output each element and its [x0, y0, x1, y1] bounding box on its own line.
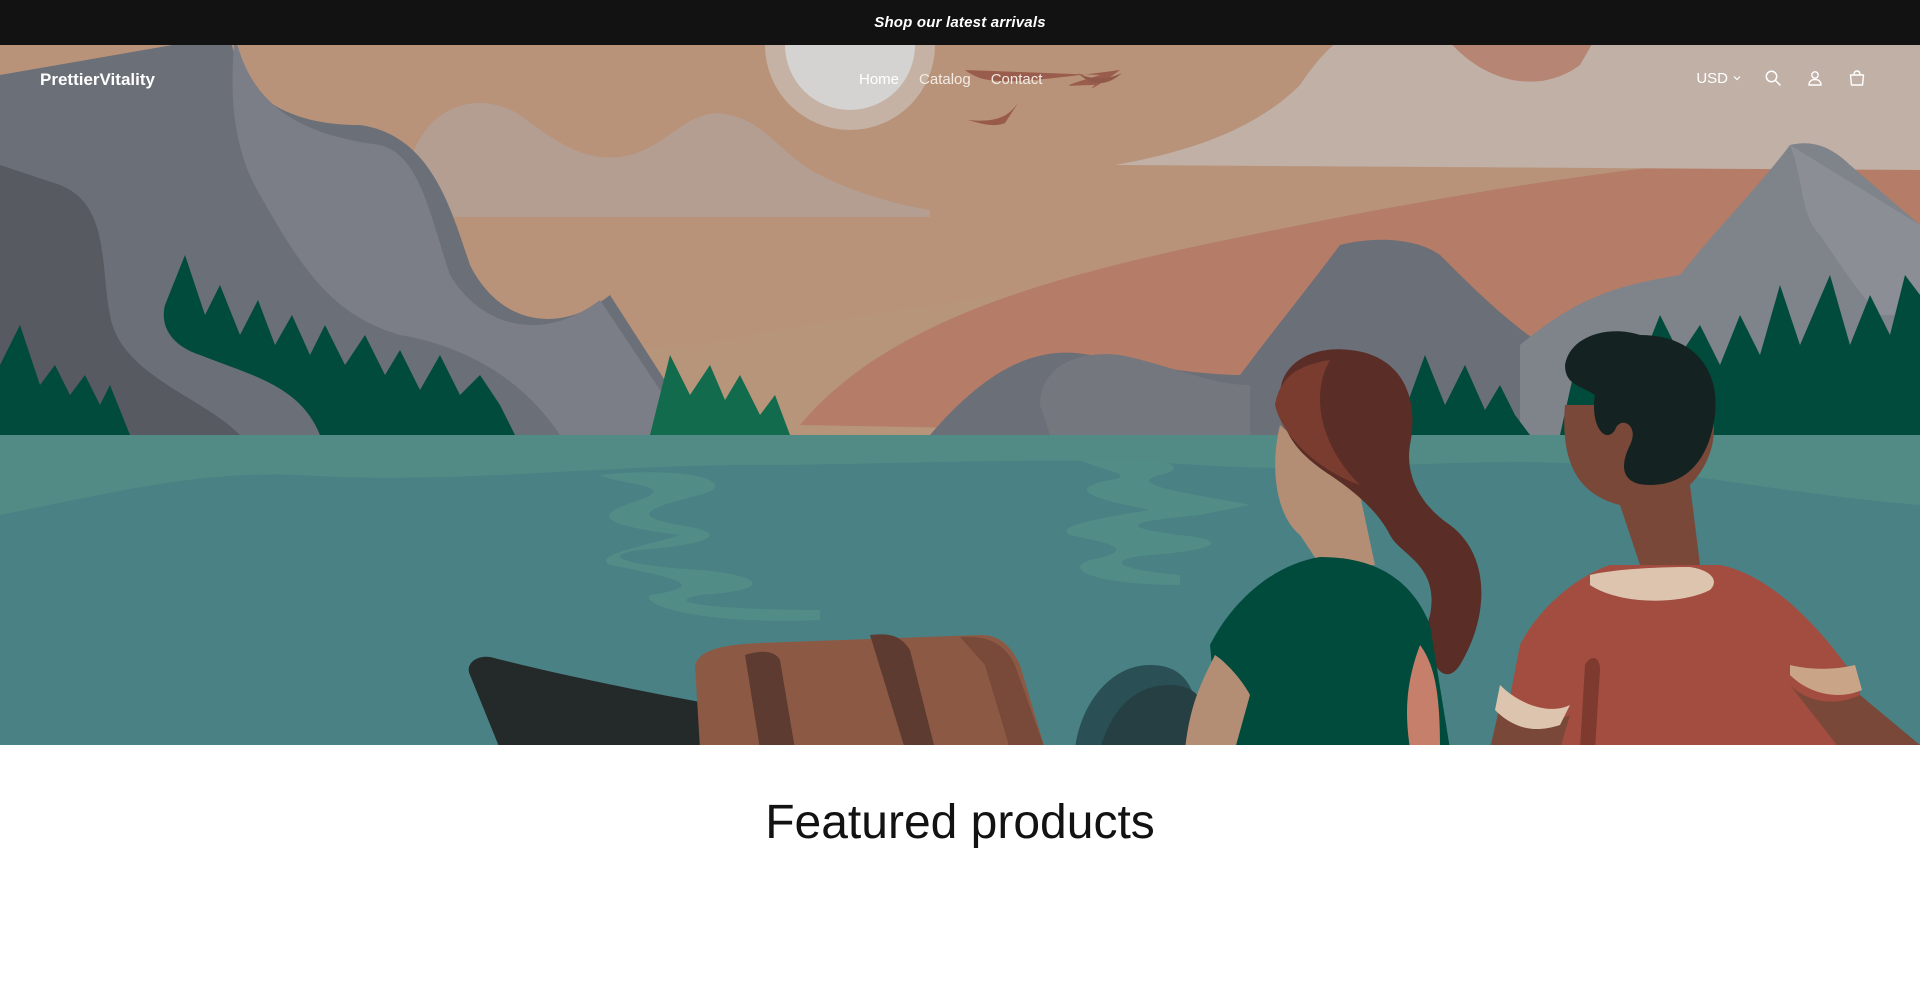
cart-button[interactable] [1846, 67, 1868, 89]
account-button[interactable] [1804, 67, 1826, 89]
announcement-text: Shop our latest arrivals [874, 14, 1046, 31]
hero-illustration [0, 45, 1920, 749]
featured-products-heading: Featured products [765, 796, 1155, 849]
currency-label: USD [1696, 69, 1728, 87]
account-icon [1808, 71, 1822, 86]
chevron-down-icon [1733, 76, 1741, 81]
search-icon [1765, 70, 1781, 86]
search-button[interactable] [1762, 67, 1784, 89]
hero-banner [0, 45, 1920, 749]
nav-link-home[interactable]: Home [859, 71, 899, 88]
main-nav: Home Catalog Contact [859, 71, 1042, 88]
nav-link-catalog[interactable]: Catalog [919, 71, 971, 88]
announcement-bar: Shop our latest arrivals [0, 0, 1920, 45]
header-actions: USD [1696, 67, 1868, 89]
currency-selector[interactable]: USD [1696, 70, 1742, 87]
site-header: PrettierVitality Home Catalog Contact US… [0, 45, 1920, 115]
store-logo[interactable]: PrettierVitality [40, 70, 155, 90]
nav-link-contact[interactable]: Contact [991, 71, 1043, 88]
cart-icon [1849, 70, 1865, 86]
